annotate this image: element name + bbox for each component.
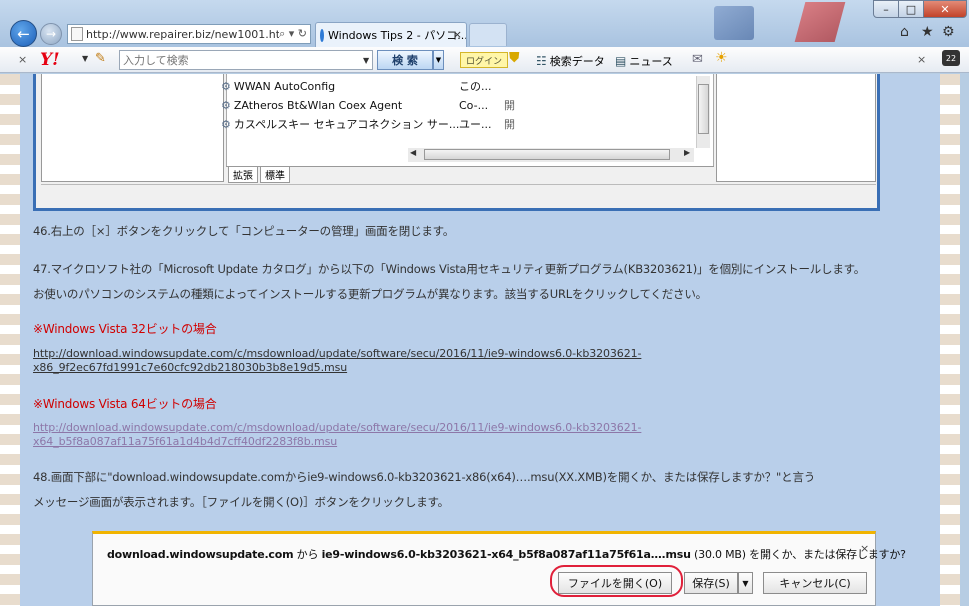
yahoo-logo[interactable]: Y! [40, 50, 60, 70]
gear-icon[interactable]: ⚙ [942, 24, 955, 40]
screenshot-status-bar [41, 184, 876, 204]
service-gear-icon: ⚙ [221, 79, 231, 93]
login-button[interactable]: ログイン [460, 52, 509, 68]
service-name: カスペルスキー セキュアコネクション サー... [233, 118, 460, 131]
search-input[interactable] [119, 50, 373, 70]
service-gear-icon: ⚙ [221, 117, 231, 131]
screenshot-horizontal-scrollbar: ◀ ▶ [408, 148, 694, 162]
toolbar-close-button[interactable]: × [18, 53, 27, 66]
search-data-button[interactable]: ☷ 検索データ [536, 53, 605, 69]
page-icon [71, 27, 83, 41]
window-close-button[interactable]: ✕ [923, 0, 967, 18]
yahoo-toolbar: × Y! ▼ ✎ ▼ 検 索 ▼ ログイン ⛊ ☷ 検索データ ▤ ニュース ✉… [0, 47, 969, 73]
chart-icon: ☷ [536, 54, 547, 68]
screenshot-tab-strip: 拡張 標準 [226, 166, 714, 184]
download-filename: ie9-windows6.0-kb3203621-x64_b5f8a087af1… [321, 548, 691, 561]
weather-icon[interactable]: ☀ [715, 50, 728, 66]
arrow-right-icon: → [45, 27, 57, 41]
service-row: ⚙ WWAN AutoConfig この... [221, 77, 492, 95]
new-tab-button[interactable] [469, 23, 507, 46]
screenshot-tab-standard: 標準 [260, 167, 290, 183]
page-border-decoration [0, 74, 20, 606]
link-vista-64bit-line2[interactable]: x64_b5f8a087af11a75f61a1d4b4d7cff40df228… [33, 435, 337, 448]
service-gear-icon: ⚙ [221, 98, 231, 112]
download-site: download.windowsupdate.com [107, 548, 294, 561]
notification-badge-icon[interactable]: 22 [942, 50, 960, 66]
search-refresh-icons[interactable]: ⌕ ▾ ↻ [279, 27, 310, 41]
chevron-down-icon[interactable]: ▼ [363, 56, 369, 65]
service-description: Co-... [459, 98, 489, 112]
heading-vista-32bit: ※Windows Vista 32ビットの場合 [33, 322, 217, 336]
search-button[interactable]: 検 索 [377, 50, 433, 70]
service-row: ⚙ ZAtheros Bt&Wlan Coex Agent Co-... 開 [221, 96, 515, 114]
download-bar-close-button[interactable]: × [860, 542, 869, 555]
screenshot-vertical-scrollbar [696, 76, 710, 148]
tab-close-button[interactable]: × [453, 28, 462, 41]
download-size: (30.0 MB) [690, 548, 750, 561]
service-row: ⚙ カスペルスキー セキュアコネクション サー... ユー... 開 [221, 115, 515, 133]
page-border-decoration [940, 74, 960, 606]
pen-icon[interactable]: ✎ [95, 51, 106, 66]
star-icon[interactable]: ★ [921, 24, 934, 40]
page-content: ⚙ WWAN AutoConfig この... ⚙ ZAtheros Bt&Wl… [0, 74, 969, 606]
forward-button[interactable]: → [40, 23, 62, 45]
address-url[interactable]: http://www.repairer.biz/new1001.ht [86, 28, 279, 41]
newspaper-icon: ▤ [615, 54, 627, 68]
screenshot-tab-extended: 拡張 [228, 167, 258, 183]
toolbar-close-right-button[interactable]: × [917, 53, 926, 66]
maximize-button[interactable]: □ [898, 0, 924, 18]
search-options-button[interactable]: ▼ [433, 50, 444, 70]
tab-title: Windows Tips 2 - パソコ... [328, 29, 467, 42]
service-status: 開 [504, 118, 515, 131]
step-46-text: 46.右上の［×］ボタンをクリックして「コンピューターの管理」画面を閉じます。 [33, 224, 455, 238]
service-status: 開 [504, 99, 515, 112]
chevron-down-icon[interactable]: ▼ [82, 54, 88, 63]
service-description: ユー... [459, 118, 492, 131]
ie-icon [320, 28, 324, 42]
screenshot-tree-pane [41, 74, 224, 182]
browser-chrome: ← → http://www.repairer.biz/new1001.ht ⌕… [0, 0, 969, 47]
heading-vista-64bit: ※Windows Vista 64ビットの場合 [33, 397, 217, 411]
cancel-button[interactable]: キャンセル(C) [763, 572, 867, 594]
step-48-text-line2: メッセージ画面が表示されます。［ファイルを開く(O)］ボタンをクリックします。 [33, 495, 449, 509]
service-description: この... [459, 80, 492, 93]
address-bar[interactable]: http://www.repairer.biz/new1001.ht ⌕ ▾ ↻ [67, 24, 311, 44]
desktop-logo-icon [714, 6, 754, 40]
news-button[interactable]: ▤ ニュース [615, 53, 673, 69]
link-vista-64bit[interactable]: http://download.windowsupdate.com/c/msdo… [33, 421, 641, 434]
step-48-text: 48.画面下部に"download.windowsupdate.comからie9… [33, 470, 816, 484]
arrow-left-icon: ← [17, 24, 30, 43]
screenshot-actions-pane [716, 74, 876, 182]
back-button[interactable]: ← [10, 20, 37, 47]
link-vista-32bit[interactable]: http://download.windowsupdate.com/c/msdo… [33, 347, 641, 360]
shield-icon[interactable]: ⛊ [509, 50, 520, 66]
search-data-label: 検索データ [549, 55, 605, 68]
home-icon[interactable]: ⌂ [900, 24, 909, 40]
highlight-annotation [550, 565, 683, 597]
save-options-button[interactable]: ▼ [738, 572, 753, 594]
service-name: ZAtheros Bt&Wlan Coex Agent [233, 98, 403, 112]
article-screenshot: ⚙ WWAN AutoConfig この... ⚙ ZAtheros Bt&Wl… [33, 74, 880, 211]
link-vista-32bit-line2[interactable]: x86_9f2ec67fd1991c7e60cfc92db218030b3b8e… [33, 361, 347, 374]
save-button[interactable]: 保存(S) [684, 572, 738, 594]
desktop-logo-icon [794, 2, 846, 42]
step-47-text-line2: お使いのパソコンのシステムの種類によってインストールする更新プログラムが異なりま… [33, 287, 707, 301]
minimize-button[interactable]: – [873, 0, 899, 18]
download-message: download.windowsupdate.com から ie9-window… [107, 548, 906, 561]
step-47-text: 47.マイクロソフト社の「Microsoft Update カタログ」から以下の… [33, 262, 866, 276]
mail-icon[interactable]: ✉ [692, 52, 703, 67]
news-label: ニュース [629, 55, 673, 68]
tab-active[interactable]: Windows Tips 2 - パソコ... × [315, 22, 467, 47]
service-name: WWAN AutoConfig [233, 79, 336, 93]
download-notification-bar: download.windowsupdate.com から ie9-window… [92, 531, 906, 606]
